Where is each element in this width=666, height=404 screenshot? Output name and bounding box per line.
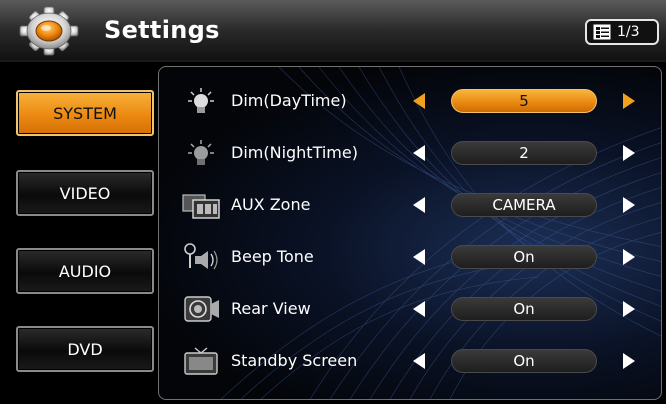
decrease-arrow-button[interactable] <box>413 145 425 161</box>
increase-arrow-button[interactable] <box>623 353 635 369</box>
page-indicator-button[interactable]: 1/3 <box>585 19 659 45</box>
nav-audio-button[interactable]: AUDIO <box>16 248 154 294</box>
setting-label: Standby Screen <box>231 351 358 370</box>
setting-label: Dim(DayTime) <box>231 91 347 110</box>
nav-video-button[interactable]: VIDEO <box>16 170 154 216</box>
title-bar: Settings 1/3 <box>0 0 666 62</box>
setting-row-aux-zone[interactable]: AUX Zone CAMERA <box>159 185 661 225</box>
page-list-icon <box>593 24 611 40</box>
moon-bulb-icon <box>188 140 214 165</box>
page-number: 1/3 <box>617 24 640 40</box>
decrease-arrow-button[interactable] <box>413 301 425 317</box>
setting-label: Rear View <box>231 299 311 318</box>
setting-row-dim-daytime[interactable]: Dim(DayTime) 5 <box>159 81 661 121</box>
setting-value[interactable]: 2 <box>451 141 597 165</box>
setting-row-dim-nighttime[interactable]: Dim(NightTime) 2 <box>159 133 661 173</box>
sun-bulb-icon <box>188 88 214 113</box>
tv-screen-icon <box>184 347 218 375</box>
setting-row-rear-view[interactable]: Rear View On <box>159 289 661 329</box>
rear-camera-icon <box>184 296 219 322</box>
setting-row-beep-tone[interactable]: Beep Tone On <box>159 237 661 277</box>
beep-speaker-icon <box>184 243 218 270</box>
setting-value[interactable]: 5 <box>451 89 597 113</box>
setting-value[interactable]: On <box>451 297 597 321</box>
decrease-arrow-button[interactable] <box>413 249 425 265</box>
setting-row-standby-screen[interactable]: Standby Screen On <box>159 341 661 381</box>
page-title: Settings <box>104 16 220 44</box>
decrease-arrow-button[interactable] <box>413 197 425 213</box>
increase-arrow-button[interactable] <box>623 301 635 317</box>
increase-arrow-button[interactable] <box>623 249 635 265</box>
increase-arrow-button[interactable] <box>623 93 635 109</box>
settings-panel: Dim(DayTime) 5 Dim(NightTime) 2 AUX Zone <box>158 66 662 400</box>
setting-value[interactable]: On <box>451 245 597 269</box>
setting-label: Dim(NightTime) <box>231 143 358 162</box>
setting-label: Beep Tone <box>231 247 314 266</box>
gear-icon <box>19 6 79 56</box>
nav-system-button[interactable]: SYSTEM <box>16 90 154 136</box>
decrease-arrow-button[interactable] <box>413 353 425 369</box>
decrease-arrow-button[interactable] <box>413 93 425 109</box>
nav-dvd-button[interactable]: DVD <box>16 326 154 372</box>
setting-value[interactable]: On <box>451 349 597 373</box>
setting-value[interactable]: CAMERA <box>451 193 597 217</box>
increase-arrow-button[interactable] <box>623 145 635 161</box>
setting-label: AUX Zone <box>231 195 311 214</box>
aux-zone-icon <box>182 194 220 219</box>
increase-arrow-button[interactable] <box>623 197 635 213</box>
